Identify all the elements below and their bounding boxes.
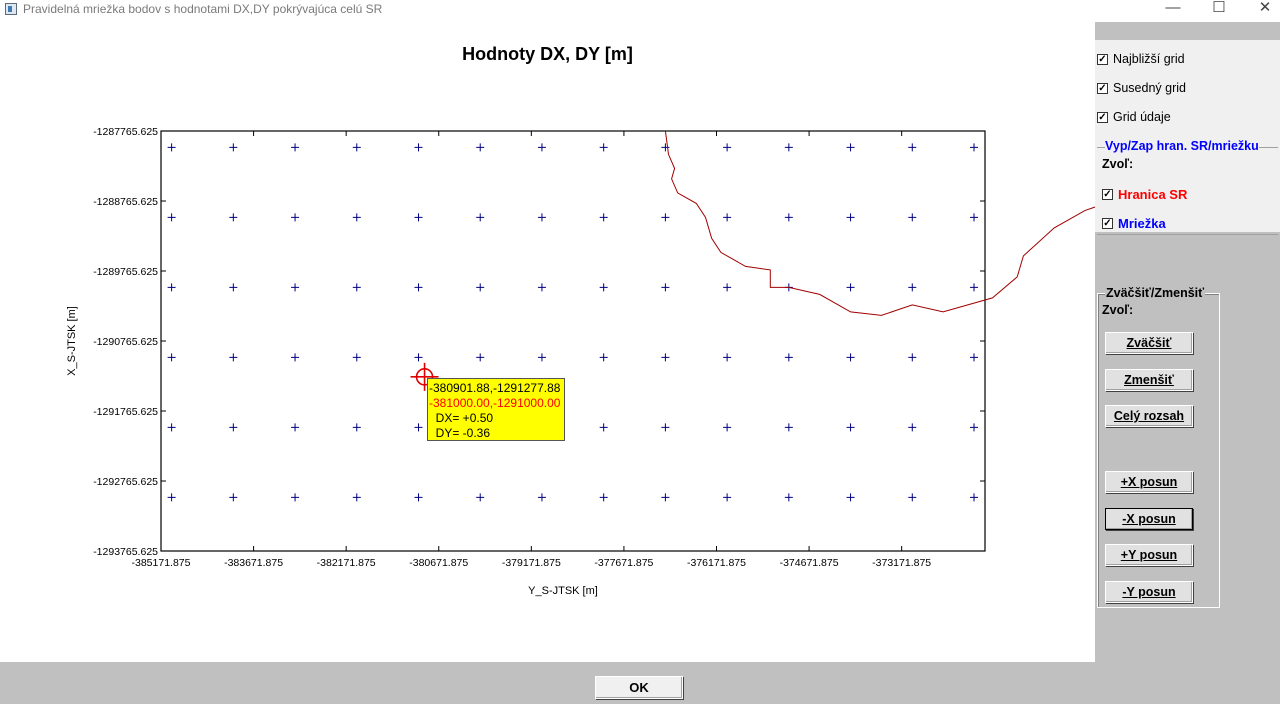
x-tick-label: -374671.875 (780, 557, 839, 569)
checkbox-icon[interactable]: ✓ (1097, 53, 1108, 65)
checkbox-grid-data[interactable]: ✓ Grid údaje (1097, 108, 1171, 126)
x-tick-label: -385171.875 (132, 557, 191, 569)
shift-minus-x-button[interactable]: -X posun (1105, 508, 1193, 530)
x-axis-label: Y_S-JTSK [m] (528, 585, 598, 597)
checkbox-icon[interactable]: ✓ (1097, 111, 1108, 123)
checkbox-nearest-grid[interactable]: ✓ Najbližší grid (1097, 50, 1185, 68)
minimize-button[interactable]: — (1150, 0, 1196, 20)
checkbox-icon[interactable]: ✓ (1102, 188, 1113, 200)
checkbox-label: Susedný grid (1113, 81, 1186, 95)
y-tick-label: -1290765.625 (93, 336, 158, 348)
checkbox-neighbor-grid[interactable]: ✓ Susedný grid (1097, 79, 1186, 97)
x-tick-label: -377671.875 (594, 557, 653, 569)
shift-minus-y-button[interactable]: -Y posun (1105, 581, 1193, 603)
y-tick-label: -1291765.625 (93, 406, 158, 418)
checkbox-label: Hranica SR (1118, 186, 1188, 202)
close-button[interactable]: ✕ (1242, 0, 1280, 20)
zoom-group-prompt: Zvoľ: (1102, 303, 1134, 317)
y-axis-label: X_S-JTSK [m] (66, 306, 78, 376)
y-tick-label: -1287765.625 (93, 126, 158, 138)
zoom-in-button[interactable]: Zväčšiť (1105, 332, 1193, 354)
checkbox-label: Najbližší grid (1113, 52, 1185, 66)
x-tick-label: -382171.875 (317, 557, 376, 569)
x-tick-label: -379171.875 (502, 557, 561, 569)
x-tick-label: -383671.875 (224, 557, 283, 569)
checkbox-grid[interactable]: ✓ Mriežka (1102, 214, 1166, 232)
x-tick-label: -376171.875 (687, 557, 746, 569)
tooltip-dy: DY= -0.36 (429, 426, 491, 440)
y-tick-label: -1288765.625 (93, 196, 158, 208)
zoom-out-button[interactable]: Zmenšiť (1105, 369, 1193, 391)
boundary-group-title: Vyp/Zap hran. SR/mriežku (1105, 139, 1259, 153)
x-tick-label: -380671.875 (409, 557, 468, 569)
checkbox-label: Grid údaje (1113, 110, 1171, 124)
y-tick-label: -1289765.625 (93, 266, 158, 278)
shift-plus-x-button[interactable]: +X posun (1105, 471, 1193, 493)
ok-button[interactable]: OK (595, 676, 683, 699)
plot-frame (160, 130, 986, 552)
checkbox-label: Mriežka (1118, 215, 1166, 231)
zoom-group-title: Zväčšiť/Zmenšiť (1105, 286, 1206, 300)
maximize-button[interactable]: ☐ (1196, 0, 1242, 20)
point-info-tooltip: -380901.88,-1291277.88 -381000.00,-12910… (427, 378, 565, 441)
tooltip-grid-coordinates: -381000.00,-1291000.00 (429, 396, 561, 410)
checkbox-icon[interactable]: ✓ (1102, 217, 1113, 229)
checkbox-icon[interactable]: ✓ (1097, 82, 1108, 94)
full-range-button[interactable]: Celý rozsah (1105, 405, 1193, 427)
checkbox-border-sr[interactable]: ✓ Hranica SR (1102, 185, 1187, 203)
y-tick-label: -1292765.625 (93, 476, 158, 488)
boundary-group-prompt: Zvoľ: (1102, 157, 1134, 171)
tooltip-coordinates: -380901.88,-1291277.88 (429, 381, 561, 395)
shift-plus-y-button[interactable]: +Y posun (1105, 544, 1193, 566)
x-tick-label: -373171.875 (872, 557, 931, 569)
tooltip-dx: DX= +0.50 (429, 411, 494, 425)
y-tick-label: -1293765.625 (93, 546, 158, 558)
chart-svg[interactable]: -385171.875 -383671.875 -382171.875 -380671… (0, 0, 1095, 662)
